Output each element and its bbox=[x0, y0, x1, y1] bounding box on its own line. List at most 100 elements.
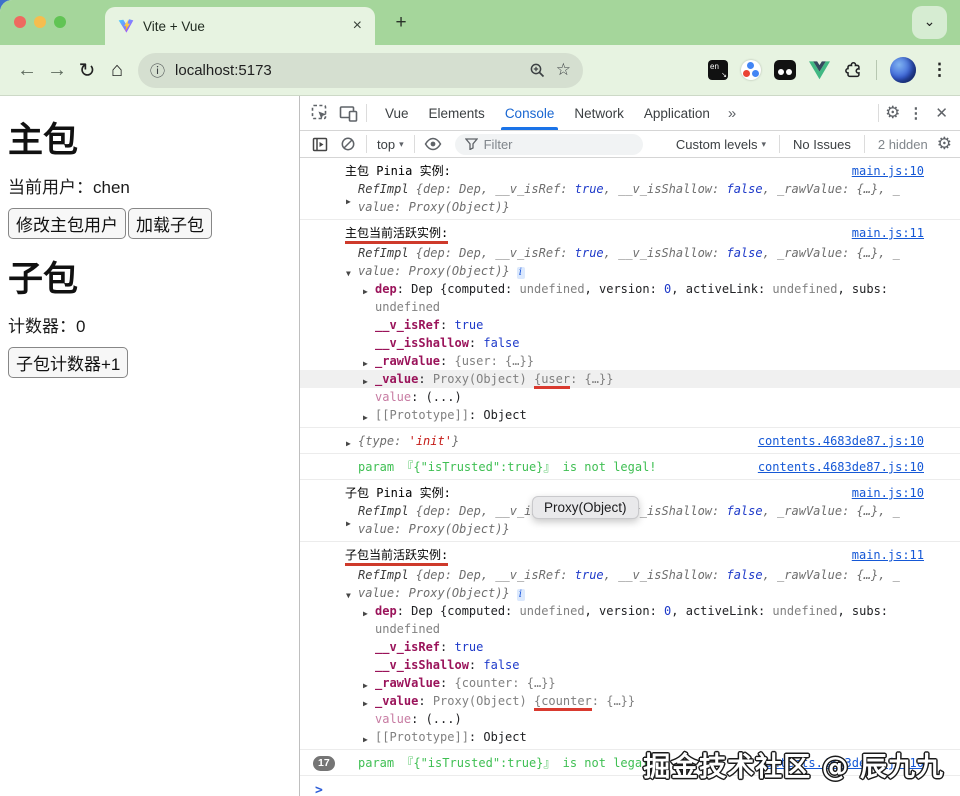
tab-console[interactable]: Console bbox=[495, 96, 565, 130]
object-property-row[interactable]: ▶ _value: Proxy(Object) {user: {…}} bbox=[300, 370, 960, 389]
red-annotation-underline: 主包当前活跃实例: bbox=[345, 226, 449, 244]
url-text[interactable]: localhost:5173 bbox=[175, 62, 519, 79]
object-preview[interactable]: ▶RefImpl {dep: Dep, __v_isRef: true, __v… bbox=[345, 502, 936, 538]
object-property-row: __v_isRef: true bbox=[375, 318, 484, 332]
console-sidebar-icon[interactable] bbox=[306, 131, 334, 157]
expand-arrow-icon[interactable]: ▶ bbox=[346, 435, 351, 453]
log-label: 子包当前活跃实例: bbox=[345, 546, 936, 566]
toolbar-divider bbox=[876, 60, 877, 80]
reactive-info-icon[interactable]: i bbox=[516, 589, 525, 601]
maximize-window-button[interactable] bbox=[54, 16, 66, 28]
devtools-menu-icon[interactable]: ⋮ bbox=[902, 104, 929, 122]
vue-devtools-extension-icon[interactable] bbox=[809, 60, 830, 80]
tab-application[interactable]: Application bbox=[634, 96, 720, 130]
issues-counter[interactable]: No Issues bbox=[784, 137, 860, 152]
profile-avatar[interactable] bbox=[890, 57, 916, 83]
tab-close-icon[interactable]: × bbox=[350, 17, 365, 35]
object-preview[interactable]: ▼ RefImpl {dep: Dep, __v_isRef: true, __v… bbox=[345, 566, 936, 602]
source-link[interactable]: main.js:11 bbox=[852, 546, 924, 564]
object-preview[interactable]: ▶ {type: 'init'} bbox=[345, 432, 936, 450]
object-preview[interactable]: ▶RefImpl {dep: Dep, __v_isRef: true, __v… bbox=[345, 180, 936, 216]
extensions-puzzle-icon[interactable] bbox=[843, 60, 863, 80]
new-tab-button[interactable]: + bbox=[388, 10, 414, 36]
devtools-panel: Vue Elements Console Network Application » ⚙… bbox=[300, 96, 960, 796]
close-window-button[interactable] bbox=[14, 16, 26, 28]
current-user-text: 当前用户：chen bbox=[8, 178, 130, 197]
object-property-row[interactable]: ▶ [[Prototype]]: Object bbox=[345, 406, 936, 424]
traffic-lights bbox=[14, 16, 66, 28]
browser-toolbar: ← → ↻ ⌂ ⓘ localhost:5173 ☆ en ↘ ⋮ bbox=[0, 45, 960, 96]
source-link[interactable]: main.js:10 bbox=[852, 162, 924, 180]
console-settings-icon[interactable]: ⚙ bbox=[937, 134, 952, 154]
devtools-settings-icon[interactable]: ⚙ bbox=[885, 103, 900, 123]
counter-text: 计数器：0 bbox=[8, 317, 86, 336]
object-property-row[interactable]: ▶ _rawValue: {counter: {…}} bbox=[345, 674, 936, 692]
bookmark-star-icon[interactable]: ☆ bbox=[556, 60, 571, 80]
proxy-extension-icon[interactable] bbox=[741, 60, 761, 80]
clear-console-icon[interactable] bbox=[334, 131, 362, 157]
object-property-row[interactable]: ▶ _value: Proxy(Object) {counter: {…}} bbox=[345, 692, 936, 711]
tab-elements[interactable]: Elements bbox=[419, 96, 495, 130]
object-property-row[interactable]: ▶ [[Prototype]]: Object bbox=[345, 728, 936, 746]
console-log: main.js:10 主包 Pinia 实例: ▶ RefImpl {dep: Dep… bbox=[300, 158, 960, 776]
web-page: 主包 当前用户：chen 修改主包用户 加载子包 子包 计数器：0 子包计数器+1 bbox=[0, 96, 300, 796]
toolbar-divider bbox=[366, 135, 367, 153]
tab-network[interactable]: Network bbox=[564, 96, 634, 130]
reload-icon[interactable]: ↻ bbox=[72, 58, 102, 83]
expand-arrow-icon[interactable]: ▶ bbox=[346, 193, 351, 211]
live-expression-eye-icon[interactable] bbox=[419, 131, 447, 157]
address-bar[interactable]: ⓘ localhost:5173 ☆ bbox=[138, 52, 583, 88]
inspect-element-icon[interactable] bbox=[306, 100, 334, 126]
browser-menu-icon[interactable]: ⋮ bbox=[931, 60, 948, 80]
tab-search-button[interactable]: ⌄ bbox=[912, 6, 947, 39]
forward-icon[interactable]: → bbox=[42, 59, 72, 82]
object-preview[interactable]: ▼ RefImpl {dep: Dep, __v_isRef: true, __v… bbox=[345, 244, 936, 280]
object-property-row: __v_isShallow: false bbox=[375, 658, 520, 672]
vite-favicon-icon bbox=[118, 18, 134, 34]
repeat-count-badge: 17 bbox=[313, 756, 335, 771]
site-info-icon[interactable]: ⓘ bbox=[150, 60, 165, 81]
modify-user-button[interactable]: 修改主包用户 bbox=[8, 208, 126, 239]
expand-arrow-icon[interactable]: ▶ bbox=[363, 409, 368, 427]
log-levels-selector[interactable]: Custom levels ▾ bbox=[667, 137, 775, 152]
object-property-row[interactable]: ▶ _rawValue: {user: {…}} bbox=[345, 352, 936, 370]
chevron-down-icon: ▾ bbox=[399, 138, 404, 149]
devtools-close-icon[interactable]: ✕ bbox=[931, 104, 952, 122]
console-entry: main.js:10 主包 Pinia 实例: ▶ RefImpl {dep: Dep… bbox=[300, 158, 960, 220]
expand-arrow-icon[interactable]: ▶ bbox=[363, 731, 368, 749]
minimize-window-button[interactable] bbox=[34, 16, 46, 28]
expand-arrow-icon[interactable]: ▶ bbox=[363, 605, 368, 623]
object-property-row: param 『{"isTrusted":true}』 is not legal! bbox=[358, 460, 657, 474]
zoom-icon[interactable] bbox=[529, 62, 546, 79]
object-property-row[interactable]: ▶ dep: Dep {computed: undefined, version:… bbox=[345, 602, 936, 638]
device-toolbar-icon[interactable] bbox=[334, 100, 362, 126]
devtools-tabs: Vue Elements Console Network Application bbox=[375, 96, 720, 130]
back-icon[interactable]: ← bbox=[12, 59, 42, 82]
expand-arrow-icon[interactable]: ▶ bbox=[346, 515, 351, 533]
object-property-row: __v_isRef: true bbox=[375, 640, 484, 654]
titlebar: Vite + Vue × + ⌄ bbox=[0, 0, 960, 45]
extensions-row: en ↘ ⋮ bbox=[708, 57, 948, 83]
console-entry: main.js:11 子包当前活跃实例: ▼ RefImpl {dep: Dep, _… bbox=[300, 542, 960, 750]
console-filter-input[interactable]: Filter bbox=[454, 133, 643, 155]
source-link[interactable]: main.js:11 bbox=[852, 224, 924, 242]
home-icon[interactable]: ⌂ bbox=[102, 59, 132, 82]
reactive-info-icon[interactable]: i bbox=[516, 267, 525, 279]
content-area: 主包 当前用户：chen 修改主包用户 加载子包 子包 计数器：0 子包计数器+1… bbox=[0, 96, 960, 796]
toolbar-divider bbox=[413, 135, 415, 153]
expand-arrow-icon[interactable]: ▶ bbox=[363, 283, 368, 301]
context-selector[interactable]: top ▾ bbox=[371, 137, 410, 152]
tab-title: Vite + Vue bbox=[143, 18, 205, 34]
more-tabs-icon[interactable]: » bbox=[720, 105, 744, 122]
translate-extension-icon[interactable]: en ↘ bbox=[708, 60, 728, 80]
source-link[interactable]: main.js:10 bbox=[852, 484, 924, 502]
object-property-row[interactable]: ▶ dep: Dep {computed: undefined, version:… bbox=[345, 280, 936, 316]
counter-increment-button[interactable]: 子包计数器+1 bbox=[8, 347, 129, 378]
toolbar-divider bbox=[779, 135, 781, 153]
dark-extension-icon[interactable] bbox=[774, 60, 796, 80]
red-annotation-underline: 子包当前活跃实例: bbox=[345, 548, 449, 566]
load-subpackage-button[interactable]: 加载子包 bbox=[128, 208, 212, 239]
hidden-messages-count[interactable]: 2 hidden bbox=[869, 137, 937, 152]
tab-vue[interactable]: Vue bbox=[375, 96, 419, 130]
browser-tab[interactable]: Vite + Vue × bbox=[105, 7, 375, 45]
